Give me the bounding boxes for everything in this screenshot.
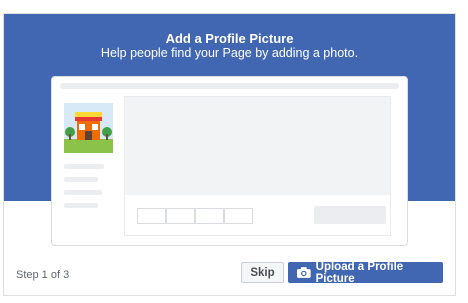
storefront-illustration-icon: [64, 103, 113, 153]
upload-profile-picture-button[interactable]: Upload a Profile Picture: [288, 260, 443, 285]
dialog-subtitle: Help people find your Page by adding a p…: [100, 46, 359, 60]
mockup-sidebar: [57, 96, 119, 236]
camera-icon: [297, 267, 311, 278]
dialog-title: Add a Profile Picture: [165, 31, 294, 46]
page-preview-mockup: [51, 76, 408, 246]
profile-picture-dialog: Add a Profile Picture Help people find y…: [3, 13, 456, 296]
mockup-text-line: [64, 177, 98, 182]
mockup-tab: [224, 208, 253, 224]
mockup-main-area: [124, 96, 391, 236]
mockup-tab: [166, 208, 195, 224]
mockup-top-bar: [60, 83, 399, 89]
skip-button-label: Skip: [250, 266, 275, 279]
profile-picture-placeholder: [64, 103, 113, 153]
mockup-tab: [137, 208, 166, 224]
mockup-cover-photo: [125, 97, 390, 195]
upload-button-label: Upload a Profile Picture: [315, 260, 404, 285]
step-indicator: Step 1 of 3: [16, 269, 70, 281]
mockup-text-line: [64, 203, 98, 208]
mockup-text-line: [64, 164, 104, 169]
mockup-text-line: [64, 190, 102, 195]
skip-button[interactable]: Skip: [241, 262, 284, 283]
mockup-tab: [195, 208, 224, 224]
mockup-action-button: [314, 206, 386, 224]
